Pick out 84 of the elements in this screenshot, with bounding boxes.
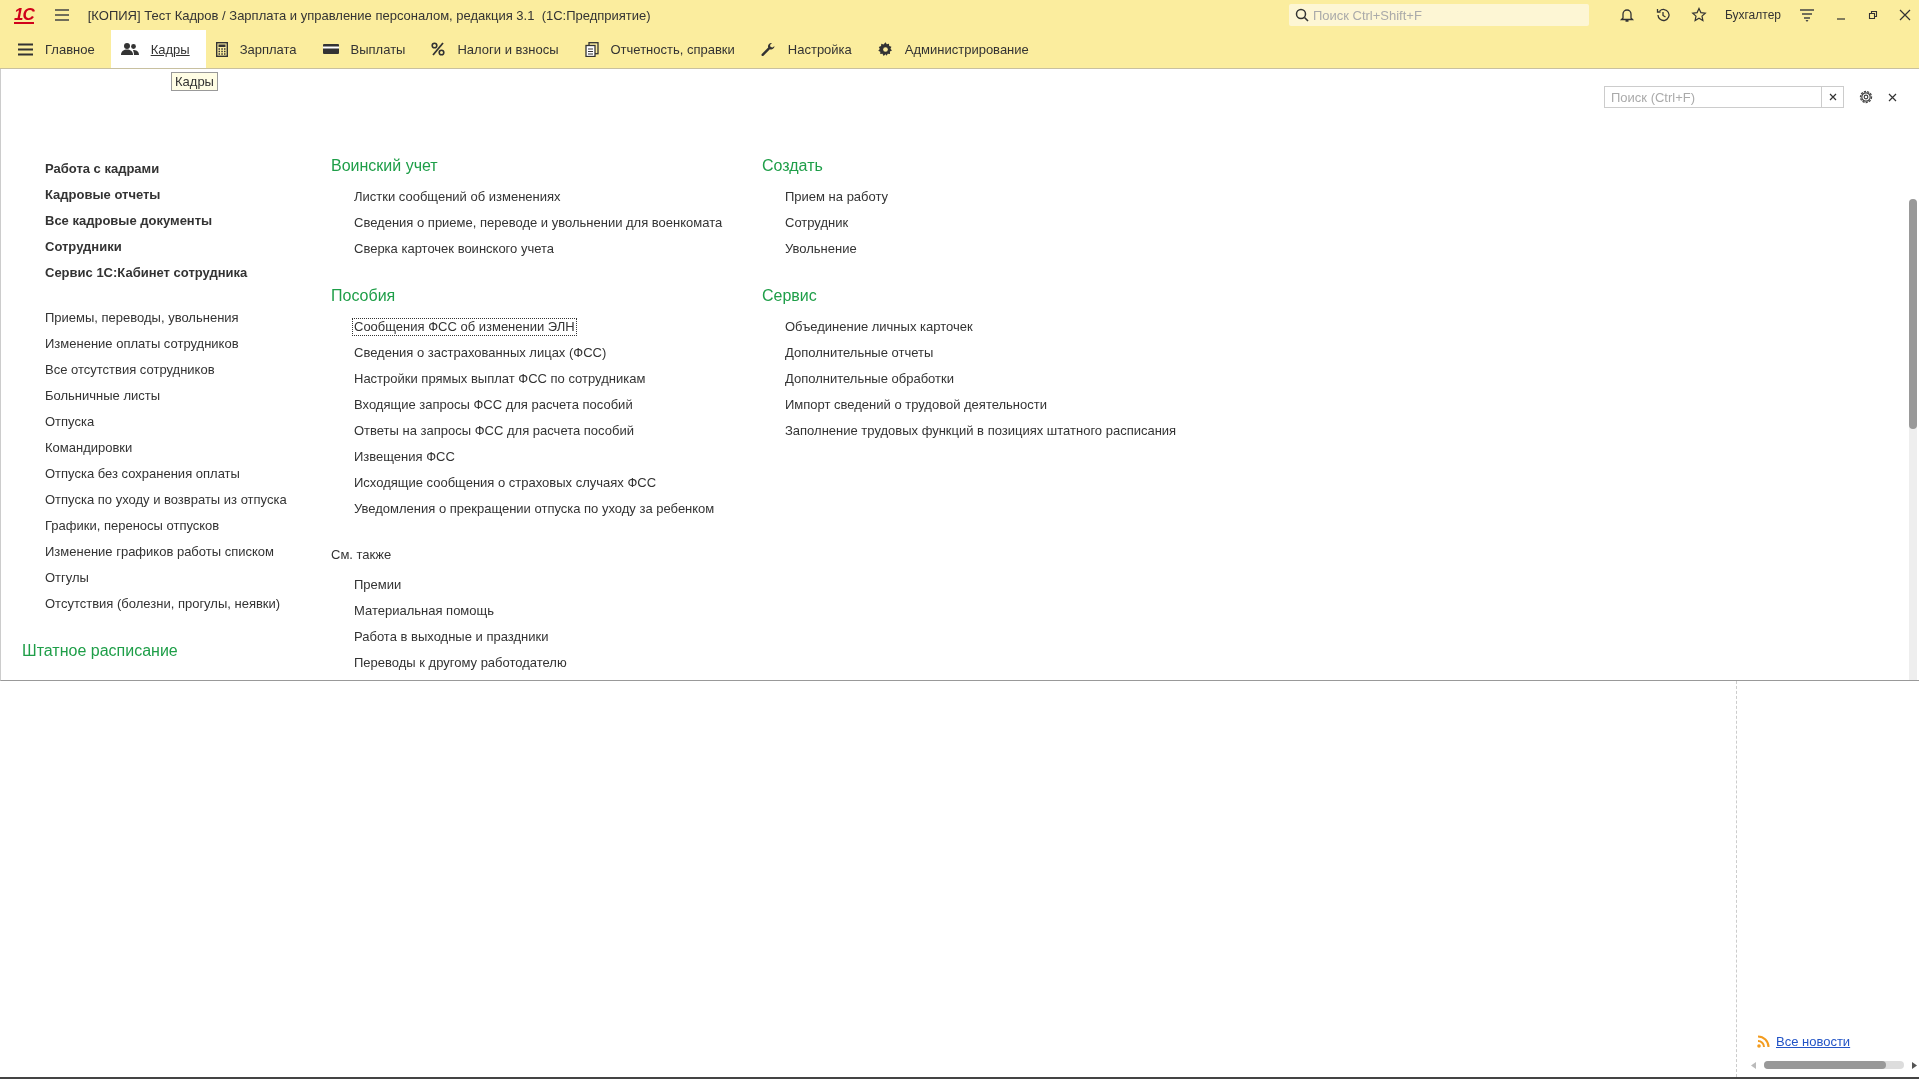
section-heading: Воинский учет — [331, 156, 438, 176]
restore-icon[interactable] — [1867, 9, 1879, 21]
documents-icon — [584, 41, 599, 57]
command-link[interactable]: Дополнительные обработки — [783, 370, 956, 388]
user-name[interactable]: Бухгалтер — [1724, 8, 1781, 22]
section-tab[interactable]: Главное — [8, 30, 111, 68]
all-news-link[interactable]: Все новости — [1776, 1034, 1851, 1049]
command-link[interactable]: Все кадровые документы — [43, 212, 215, 230]
close-icon[interactable] — [1888, 92, 1897, 102]
global-search-field[interactable]: Поиск Ctrl+Shift+F — [1288, 4, 1589, 26]
command-link[interactable]: Сервис 1С:Кабинет сотрудника — [43, 264, 250, 282]
section-tab[interactable]: Администрирование — [867, 30, 1045, 68]
command-link[interactable]: Отпуска — [43, 413, 97, 431]
command-link[interactable]: Входящие запросы ФСС для расчета пособий — [352, 396, 635, 414]
command-link[interactable]: Работа в выходные и праздники — [352, 628, 551, 646]
command-link[interactable]: Отгулы — [43, 569, 91, 587]
wrench-icon — [760, 41, 776, 57]
command-link[interactable]: Премии — [352, 576, 404, 594]
tooltip: Кадры — [171, 72, 218, 91]
command-link[interactable]: Извещения ФСС — [352, 448, 457, 466]
command-link[interactable]: Листки сообщений об изменениях — [352, 188, 563, 206]
clear-button[interactable] — [1822, 86, 1844, 108]
command-link[interactable]: Изменение графиков работы списком — [43, 543, 276, 561]
command-link[interactable]: Объединение личных карточек — [783, 318, 975, 336]
command-link[interactable]: Сверка карточек воинского учета — [352, 240, 557, 258]
section-tab[interactable]: Выплаты — [312, 30, 422, 68]
section-heading: Сервис — [762, 286, 817, 306]
star-icon[interactable] — [1690, 7, 1707, 23]
close-icon — [1828, 93, 1837, 101]
section-tab[interactable]: Зарплата — [205, 30, 313, 68]
command-link[interactable]: Сообщения ФСС об изменении ЭЛН — [352, 318, 577, 336]
menu-icon[interactable] — [53, 8, 70, 22]
close-icon[interactable] — [1899, 9, 1911, 21]
command-link[interactable]: Отпуска без сохранения оплаты — [43, 465, 242, 483]
bell-icon[interactable] — [1618, 7, 1635, 23]
vertical-scrollbar[interactable] — [1909, 199, 1917, 680]
command-link[interactable]: Настройки прямых выплат ФСС по сотрудникам — [352, 370, 648, 388]
section-tab[interactable]: Налоги и взносы — [421, 30, 575, 68]
section-heading: Создать — [762, 156, 823, 176]
command-link[interactable]: Изменение оплаты сотрудников — [43, 335, 241, 353]
command-link[interactable]: Импорт сведений о трудовой деятельности — [783, 396, 1049, 414]
section-tab[interactable]: Отчетность, справки — [574, 30, 751, 68]
settings-icon[interactable] — [1858, 89, 1874, 105]
command-link[interactable]: Сведения о застрахованных лицах (ФСС) — [352, 344, 609, 362]
calculator-icon — [215, 41, 228, 57]
command-link[interactable]: Дополнительные отчеты — [783, 344, 936, 362]
window-title: [КОПИЯ] Тест Кадров / Зарплата и управление персоналом, редакция 3.1 (1С:Предприятие) — [87, 7, 652, 23]
gear-icon — [877, 41, 893, 57]
command-link[interactable]: Ответы на запросы ФСС для расчета пособий — [352, 422, 636, 440]
command-link[interactable]: Кадровые отчеты — [43, 186, 163, 204]
command-link[interactable]: Больничные листы — [43, 387, 163, 405]
card-icon — [322, 43, 339, 55]
command-link[interactable]: Переводы к другому работодателю — [352, 654, 569, 672]
scroll-right-icon[interactable] — [1912, 1061, 1917, 1069]
command-link[interactable]: Приемы, переводы, увольнения — [43, 309, 241, 327]
command-link[interactable]: Материальная помощь — [352, 602, 496, 620]
section-heading: Пособия — [331, 286, 396, 306]
menu-icon — [18, 42, 33, 56]
command-link[interactable]: Отсутствия (болезни, прогулы, неявки) — [43, 595, 283, 613]
command-link[interactable]: Увольнение — [783, 240, 859, 258]
command-link[interactable]: Сотрудники — [43, 238, 124, 256]
command-link[interactable]: Сотрудник — [783, 214, 851, 232]
section-tab[interactable]: Настройка — [750, 30, 868, 68]
see-also-heading: См. также — [331, 546, 392, 564]
command-link[interactable]: Графики, переносы отпусков — [43, 517, 222, 535]
command-link[interactable]: Командировки — [43, 439, 135, 457]
people-icon — [120, 42, 139, 56]
section-tab[interactable]: Кадры — [110, 30, 206, 68]
command-link[interactable]: Прием на работу — [783, 188, 891, 206]
command-link[interactable]: Уведомления о прекращении отпуска по уходу за ребенком — [352, 500, 717, 518]
command-link[interactable]: Все отсутствия сотрудников — [43, 361, 217, 379]
section-heading: Штатное расписание — [22, 641, 178, 661]
filter-menu-icon[interactable] — [1799, 8, 1815, 22]
command-link[interactable]: Заполнение трудовых функций в позициях штатного расписания — [783, 422, 1179, 440]
search-icon — [1294, 8, 1309, 22]
command-link[interactable]: Сведения о приеме, переводе и увольнении для военкомата — [352, 214, 725, 232]
search-field[interactable]: Поиск (Ctrl+F) — [1604, 86, 1822, 108]
command-link[interactable]: Отпуска по уходу и возвраты из отпуска — [43, 491, 289, 509]
history-icon[interactable] — [1654, 7, 1671, 23]
command-link[interactable]: Исходящие сообщения о страховых случаях ФСС — [352, 474, 659, 492]
rss-icon — [1757, 1035, 1770, 1048]
app-logo: 1С — [14, 6, 34, 24]
command-link[interactable]: Работа с кадрами — [43, 160, 162, 178]
percent-icon — [431, 42, 446, 56]
